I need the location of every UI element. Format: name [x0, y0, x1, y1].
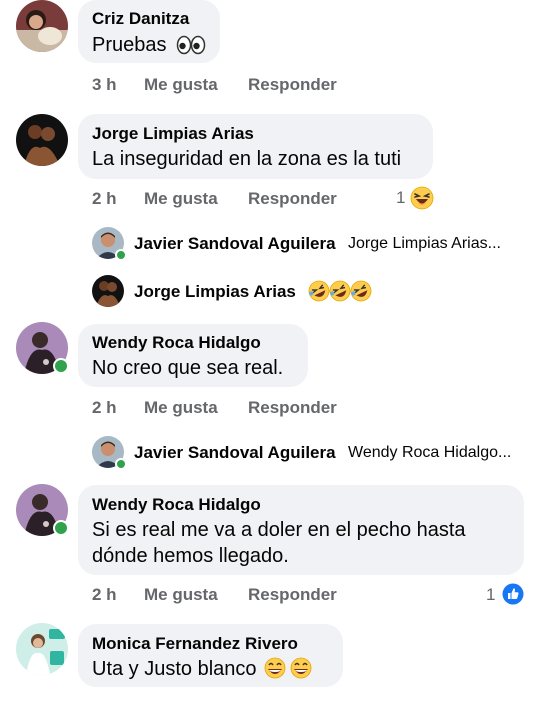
like-button[interactable]: Me gusta — [144, 398, 218, 418]
reply-author[interactable]: Javier Sandoval Aguilera — [134, 234, 336, 254]
comment-text: Uta y Justo blanco — [92, 657, 314, 686]
avatar[interactable] — [16, 0, 68, 52]
grinning-emoji-icon — [264, 657, 314, 686]
eyes-emoji-icon — [176, 35, 206, 62]
comment-time[interactable]: 3 h — [92, 75, 117, 95]
like-button[interactable]: Me gusta — [144, 75, 218, 95]
online-status-icon — [53, 520, 69, 536]
avatar[interactable] — [16, 623, 68, 675]
comment-author[interactable]: Jorge Limpias Arias — [92, 124, 254, 144]
like-button[interactable]: Me gusta — [144, 585, 218, 605]
comment-text-content: Pruebas — [92, 34, 167, 56]
like-button[interactable]: Me gusta — [144, 189, 218, 209]
comment-author[interactable]: Criz Danitza — [92, 9, 189, 29]
online-status-icon — [115, 458, 127, 470]
online-status-icon — [53, 358, 69, 374]
comment-text: Pruebas — [92, 33, 206, 62]
like-icon[interactable] — [502, 583, 524, 610]
laughing-emoji-icon[interactable] — [410, 186, 434, 215]
reply-author[interactable]: Jorge Limpias Arias — [134, 282, 296, 302]
comment-time[interactable]: 2 h — [92, 189, 117, 209]
comment-author[interactable]: Monica Fernandez Rivero — [92, 634, 298, 654]
reply-author[interactable]: Javier Sandoval Aguilera — [134, 443, 336, 463]
comment-text-line-2: dónde hemos llegado. — [92, 545, 289, 567]
comment-author[interactable]: Wendy Roca Hidalgo — [92, 495, 261, 515]
avatar[interactable] — [92, 275, 124, 307]
rolling-laughing-emoji-icon — [308, 280, 372, 307]
comment-author[interactable]: Wendy Roca Hidalgo — [92, 333, 261, 353]
reaction-count[interactable]: 1 — [396, 188, 405, 208]
reply-button[interactable]: Responder — [248, 585, 337, 605]
comment-text: La inseguridad en la zona es la tuti — [92, 148, 402, 170]
reply-button[interactable]: Responder — [248, 189, 337, 209]
reaction-count[interactable]: 1 — [486, 585, 495, 605]
reply-button[interactable]: Responder — [248, 75, 337, 95]
comment-text-line-1: Si es real me va a doler en el pecho has… — [92, 519, 466, 541]
comment-text-content: Uta y Justo blanco — [92, 658, 257, 680]
reply-preview[interactable]: Jorge Limpias Arias... — [348, 235, 501, 253]
reply-button[interactable]: Responder — [248, 398, 337, 418]
comment-time[interactable]: 2 h — [92, 398, 117, 418]
online-status-icon — [115, 249, 127, 261]
avatar[interactable] — [16, 114, 68, 166]
reply-preview[interactable]: Wendy Roca Hidalgo... — [348, 444, 511, 462]
comment-text: No creo que sea real. — [92, 357, 284, 379]
comment-time[interactable]: 2 h — [92, 585, 117, 605]
